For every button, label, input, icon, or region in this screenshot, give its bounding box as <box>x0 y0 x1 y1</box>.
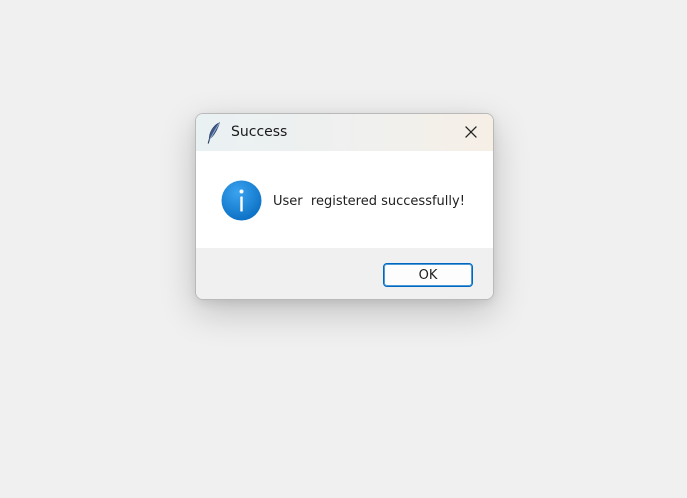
close-icon <box>465 123 477 142</box>
message-text: User registered successfully! <box>273 194 465 209</box>
feather-icon <box>207 122 221 144</box>
close-button[interactable] <box>449 114 493 151</box>
dialog-body: User registered successfully! <box>196 151 493 248</box>
success-dialog: Success User registered successfully! OK <box>195 113 494 300</box>
ok-button[interactable]: OK <box>383 263 473 287</box>
info-icon <box>221 180 262 221</box>
dialog-footer: OK <box>196 248 493 299</box>
dialog-title: Success <box>231 124 288 140</box>
title-bar[interactable]: Success <box>196 114 493 151</box>
